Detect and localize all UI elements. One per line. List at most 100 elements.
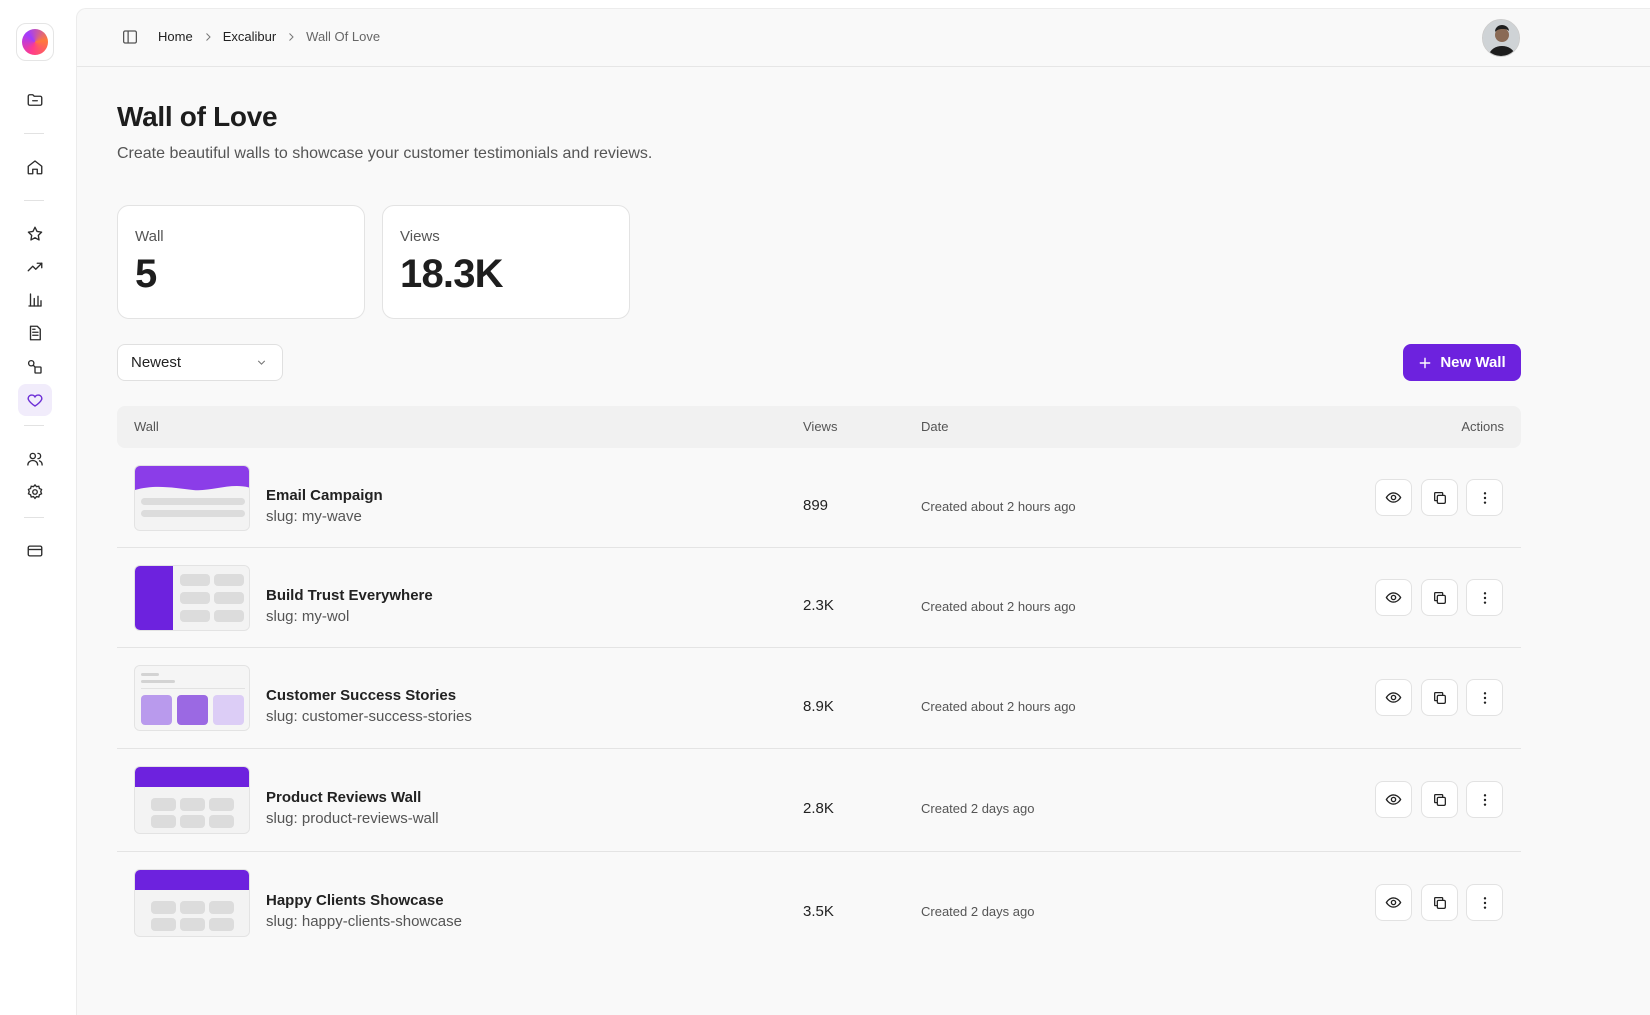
page-subtitle: Create beautiful walls to showcase your … (117, 145, 653, 162)
trending-icon[interactable] (18, 251, 52, 283)
wall-slug: slug: product-reviews-wall (266, 810, 439, 827)
users-icon[interactable] (18, 443, 52, 475)
table-row[interactable]: Product Reviews Wall slug: product-revie… (117, 749, 1521, 852)
stat-label: Wall (135, 228, 164, 245)
page-title: Wall of Love (117, 101, 278, 132)
more-vertical-icon (1477, 895, 1493, 911)
wall-views: 3.5K (803, 903, 834, 920)
wall-date: Created 2 days ago (921, 904, 1035, 919)
table-header: Wall Views Date Actions (117, 406, 1521, 448)
app-logo[interactable] (16, 23, 54, 61)
duplicate-button[interactable] (1421, 479, 1458, 516)
more-vertical-icon (1477, 792, 1493, 808)
bar-chart-icon[interactable] (18, 284, 52, 316)
more-actions-button[interactable] (1466, 579, 1503, 616)
settings-icon[interactable] (18, 476, 52, 508)
column-header-actions: Actions (1461, 419, 1504, 434)
sidebar-divider (24, 517, 44, 518)
wall-name[interactable]: Email Campaign (266, 487, 383, 504)
more-actions-button[interactable] (1466, 781, 1503, 818)
chevron-right-icon (285, 31, 297, 43)
eye-icon (1385, 589, 1402, 606)
breadcrumb-project[interactable]: Excalibur (223, 29, 276, 44)
view-button[interactable] (1375, 884, 1412, 921)
table-row[interactable]: Happy Clients Showcase slug: happy-clien… (117, 852, 1521, 956)
column-header-date: Date (921, 419, 949, 434)
duplicate-button[interactable] (1421, 884, 1458, 921)
table-row[interactable]: Build Trust Everywhere slug: my-wol 2.3K… (117, 548, 1521, 648)
column-header-wall: Wall (134, 419, 159, 434)
table-row[interactable]: Email Campaign slug: my-wave 899 Created… (117, 448, 1521, 548)
heart-icon[interactable] (18, 384, 52, 416)
table-row[interactable]: Customer Success Stories slug: customer-… (117, 648, 1521, 749)
copy-icon (1432, 690, 1448, 706)
eye-icon (1385, 689, 1402, 706)
wall-date: Created 2 days ago (921, 801, 1035, 816)
more-vertical-icon (1477, 490, 1493, 506)
copy-icon (1432, 490, 1448, 506)
duplicate-button[interactable] (1421, 679, 1458, 716)
wall-thumbnail (134, 869, 250, 937)
eye-icon (1385, 894, 1402, 911)
wall-name[interactable]: Happy Clients Showcase (266, 892, 444, 909)
duplicate-button[interactable] (1421, 781, 1458, 818)
wall-thumbnail (134, 766, 250, 834)
wall-slug: slug: my-wave (266, 508, 362, 525)
sidebar-divider (24, 133, 44, 134)
wall-name[interactable]: Build Trust Everywhere (266, 587, 433, 604)
document-icon[interactable] (18, 317, 52, 349)
logo-mark (22, 29, 48, 55)
breadcrumb-home[interactable]: Home (158, 29, 193, 44)
more-actions-button[interactable] (1466, 479, 1503, 516)
view-button[interactable] (1375, 479, 1412, 516)
wall-date: Created about 2 hours ago (921, 499, 1076, 514)
sidebar-divider (24, 425, 44, 426)
plus-icon (1418, 356, 1432, 370)
wall-date: Created about 2 hours ago (921, 699, 1076, 714)
column-header-views: Views (803, 419, 838, 434)
stat-value: 18.3K (400, 252, 504, 296)
sort-select-value: Newest (131, 354, 182, 371)
home-icon[interactable] (18, 151, 52, 183)
wall-slug: slug: customer-success-stories (266, 708, 472, 725)
wall-views: 2.8K (803, 800, 834, 817)
copy-icon (1432, 895, 1448, 911)
stat-card-views: Views 18.3K (382, 205, 630, 319)
duplicate-button[interactable] (1421, 579, 1458, 616)
wall-views: 899 (803, 497, 829, 514)
folder-icon[interactable] (18, 84, 52, 116)
stat-value: 5 (135, 252, 157, 296)
stat-card-walls: Wall 5 (117, 205, 365, 319)
more-vertical-icon (1477, 690, 1493, 706)
wall-views: 2.3K (803, 597, 834, 614)
wall-slug: slug: my-wol (266, 608, 350, 625)
wall-thumbnail (134, 465, 250, 531)
more-actions-button[interactable] (1466, 679, 1503, 716)
more-vertical-icon (1477, 590, 1493, 606)
stat-label: Views (400, 228, 440, 245)
view-button[interactable] (1375, 781, 1412, 818)
topbar: Home Excalibur Wall Of Love (77, 9, 1650, 67)
wall-views: 8.9K (803, 698, 834, 715)
copy-icon (1432, 590, 1448, 606)
new-wall-button[interactable]: New Wall (1403, 344, 1521, 381)
new-wall-label: New Wall (1440, 354, 1506, 371)
breadcrumb-current: Wall Of Love (306, 29, 381, 44)
view-button[interactable] (1375, 579, 1412, 616)
view-button[interactable] (1375, 679, 1412, 716)
credit-card-icon[interactable] (18, 535, 52, 567)
sidebar-toggle-icon[interactable] (121, 28, 141, 48)
sidebar-divider (24, 200, 44, 201)
user-avatar[interactable] (1482, 19, 1520, 57)
sort-select[interactable]: Newest (117, 344, 283, 381)
wall-name[interactable]: Customer Success Stories (266, 687, 456, 704)
wall-name[interactable]: Product Reviews Wall (266, 789, 421, 806)
chevron-down-icon (255, 356, 268, 373)
main-content: Home Excalibur Wall Of Love Wall of Love… (76, 8, 1650, 1015)
shapes-icon[interactable] (18, 351, 52, 383)
more-actions-button[interactable] (1466, 884, 1503, 921)
eye-icon (1385, 791, 1402, 808)
star-icon[interactable] (18, 218, 52, 250)
wall-slug: slug: happy-clients-showcase (266, 913, 462, 930)
wall-thumbnail (134, 665, 250, 731)
